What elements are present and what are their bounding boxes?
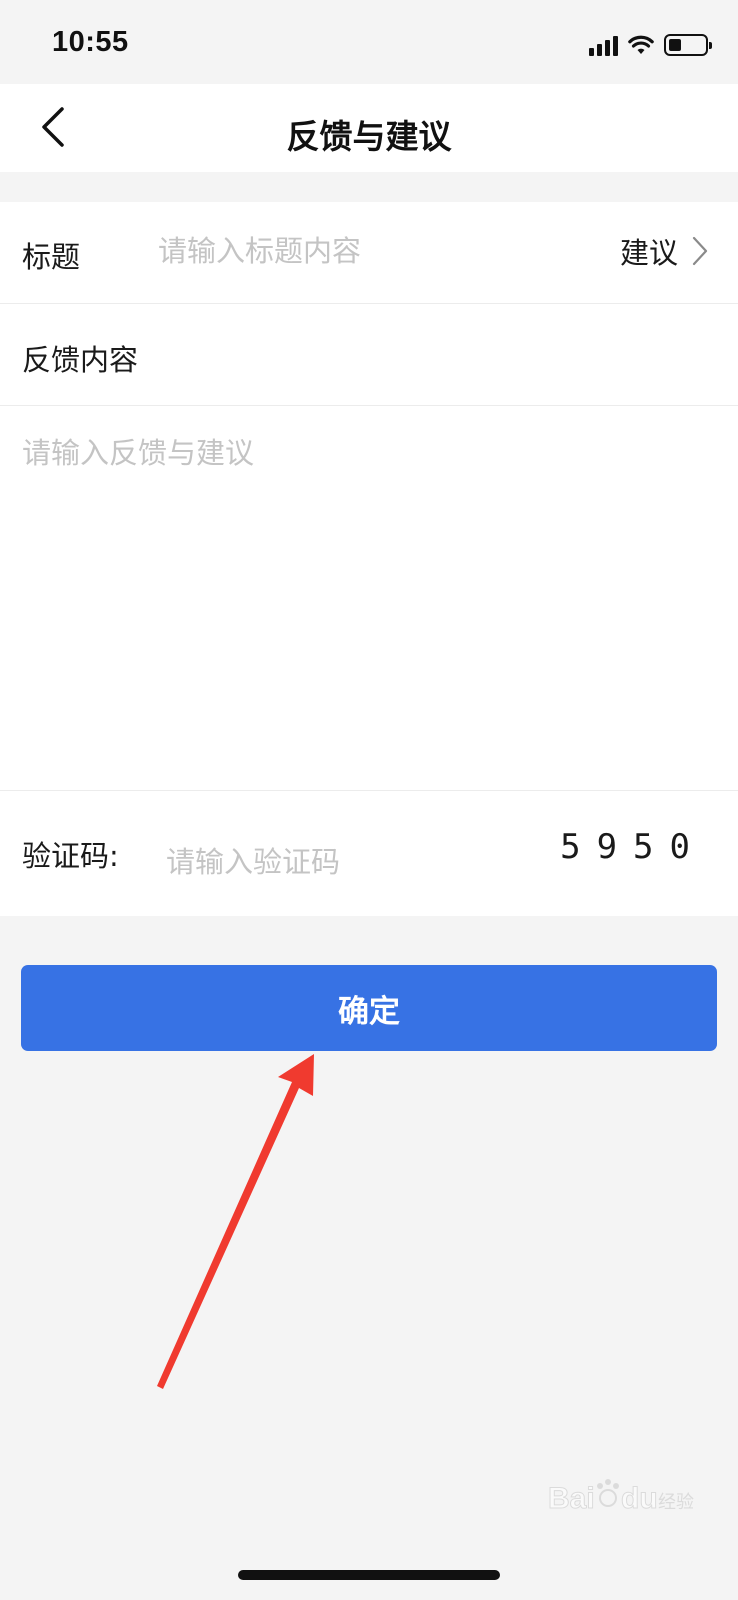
title-label: 标题 — [22, 240, 81, 274]
nav-bar: 反馈与建议 — [0, 84, 738, 172]
baidu-paw-icon: Bai du 经验 — [548, 1479, 694, 1516]
page-title: 反馈与建议 — [286, 117, 452, 156]
status-time: 10:55 — [52, 26, 129, 58]
battery-level — [669, 39, 681, 51]
category-value: 建议 — [619, 236, 678, 270]
feedback-form: 标题 建议 反馈内容 验证码: 5950 — [0, 202, 738, 916]
category-select[interactable]: 建议 — [620, 230, 708, 272]
status-icons — [589, 30, 712, 60]
home-indicator — [238, 1570, 500, 1580]
svg-text:du: du — [621, 1482, 658, 1515]
content-label-row: 反馈内容 — [0, 304, 738, 406]
wifi-icon — [628, 35, 654, 54]
status-bar: 10:55 — [0, 0, 738, 84]
svg-text:经验: 经验 — [658, 1492, 694, 1513]
captcha-label: 验证码: — [22, 839, 119, 873]
captcha-image[interactable]: 5950 — [560, 827, 706, 871]
title-row: 标题 建议 — [0, 202, 738, 304]
svg-text:Bai: Bai — [548, 1482, 595, 1515]
confirm-button[interactable]: 确定 — [21, 965, 717, 1051]
captcha-row: 验证码: 5950 — [0, 790, 738, 916]
content-label: 反馈内容 — [22, 343, 139, 377]
watermark-logo: Bai du 经验 — [548, 1468, 698, 1524]
title-input[interactable] — [158, 226, 558, 276]
chevron-right-icon — [692, 236, 708, 266]
captcha-input[interactable] — [166, 837, 506, 887]
signal-icon — [589, 34, 618, 56]
content-textarea[interactable] — [22, 430, 712, 760]
battery-icon — [664, 34, 712, 56]
